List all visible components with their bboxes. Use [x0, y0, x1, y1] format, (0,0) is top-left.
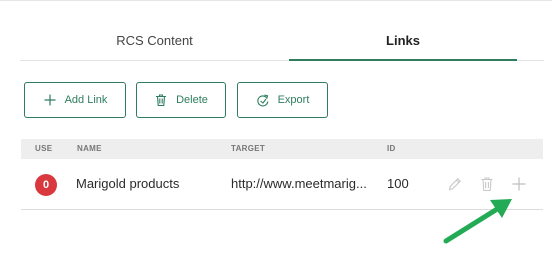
export-button[interactable]: Export [237, 82, 328, 118]
pencil-icon[interactable] [446, 175, 464, 193]
trash-icon [154, 93, 168, 107]
use-count-badge: 0 [35, 174, 57, 196]
column-header-name[interactable]: NAME [77, 139, 102, 159]
plus-icon [43, 93, 57, 107]
delete-label: Delete [176, 94, 208, 106]
column-header-id[interactable]: ID [387, 139, 396, 159]
top-divider [0, 0, 552, 1]
tab-bar: RCS Content Links [20, 18, 544, 62]
add-link-label: Add Link [64, 94, 108, 106]
delete-button[interactable]: Delete [136, 82, 226, 118]
trash-icon[interactable] [478, 175, 496, 193]
active-tab-indicator [289, 59, 517, 61]
export-label: Export [277, 94, 310, 106]
export-icon [256, 93, 270, 107]
table-row[interactable]: 0 Marigold products http://www.meetmarig… [21, 159, 543, 210]
tab-rcs-content[interactable]: RCS Content [20, 18, 289, 62]
add-link-button[interactable]: Add Link [24, 82, 126, 118]
tab-links[interactable]: Links [289, 18, 517, 62]
column-header-target[interactable]: TARGET [231, 139, 265, 159]
link-target: http://www.meetmarig... [231, 176, 367, 191]
link-id: 100 [387, 176, 409, 191]
link-name: Marigold products [76, 176, 180, 191]
column-header-use[interactable]: USE [35, 139, 52, 159]
plus-icon[interactable] [510, 175, 528, 193]
table-header: USE NAME TARGET ID [21, 139, 543, 159]
